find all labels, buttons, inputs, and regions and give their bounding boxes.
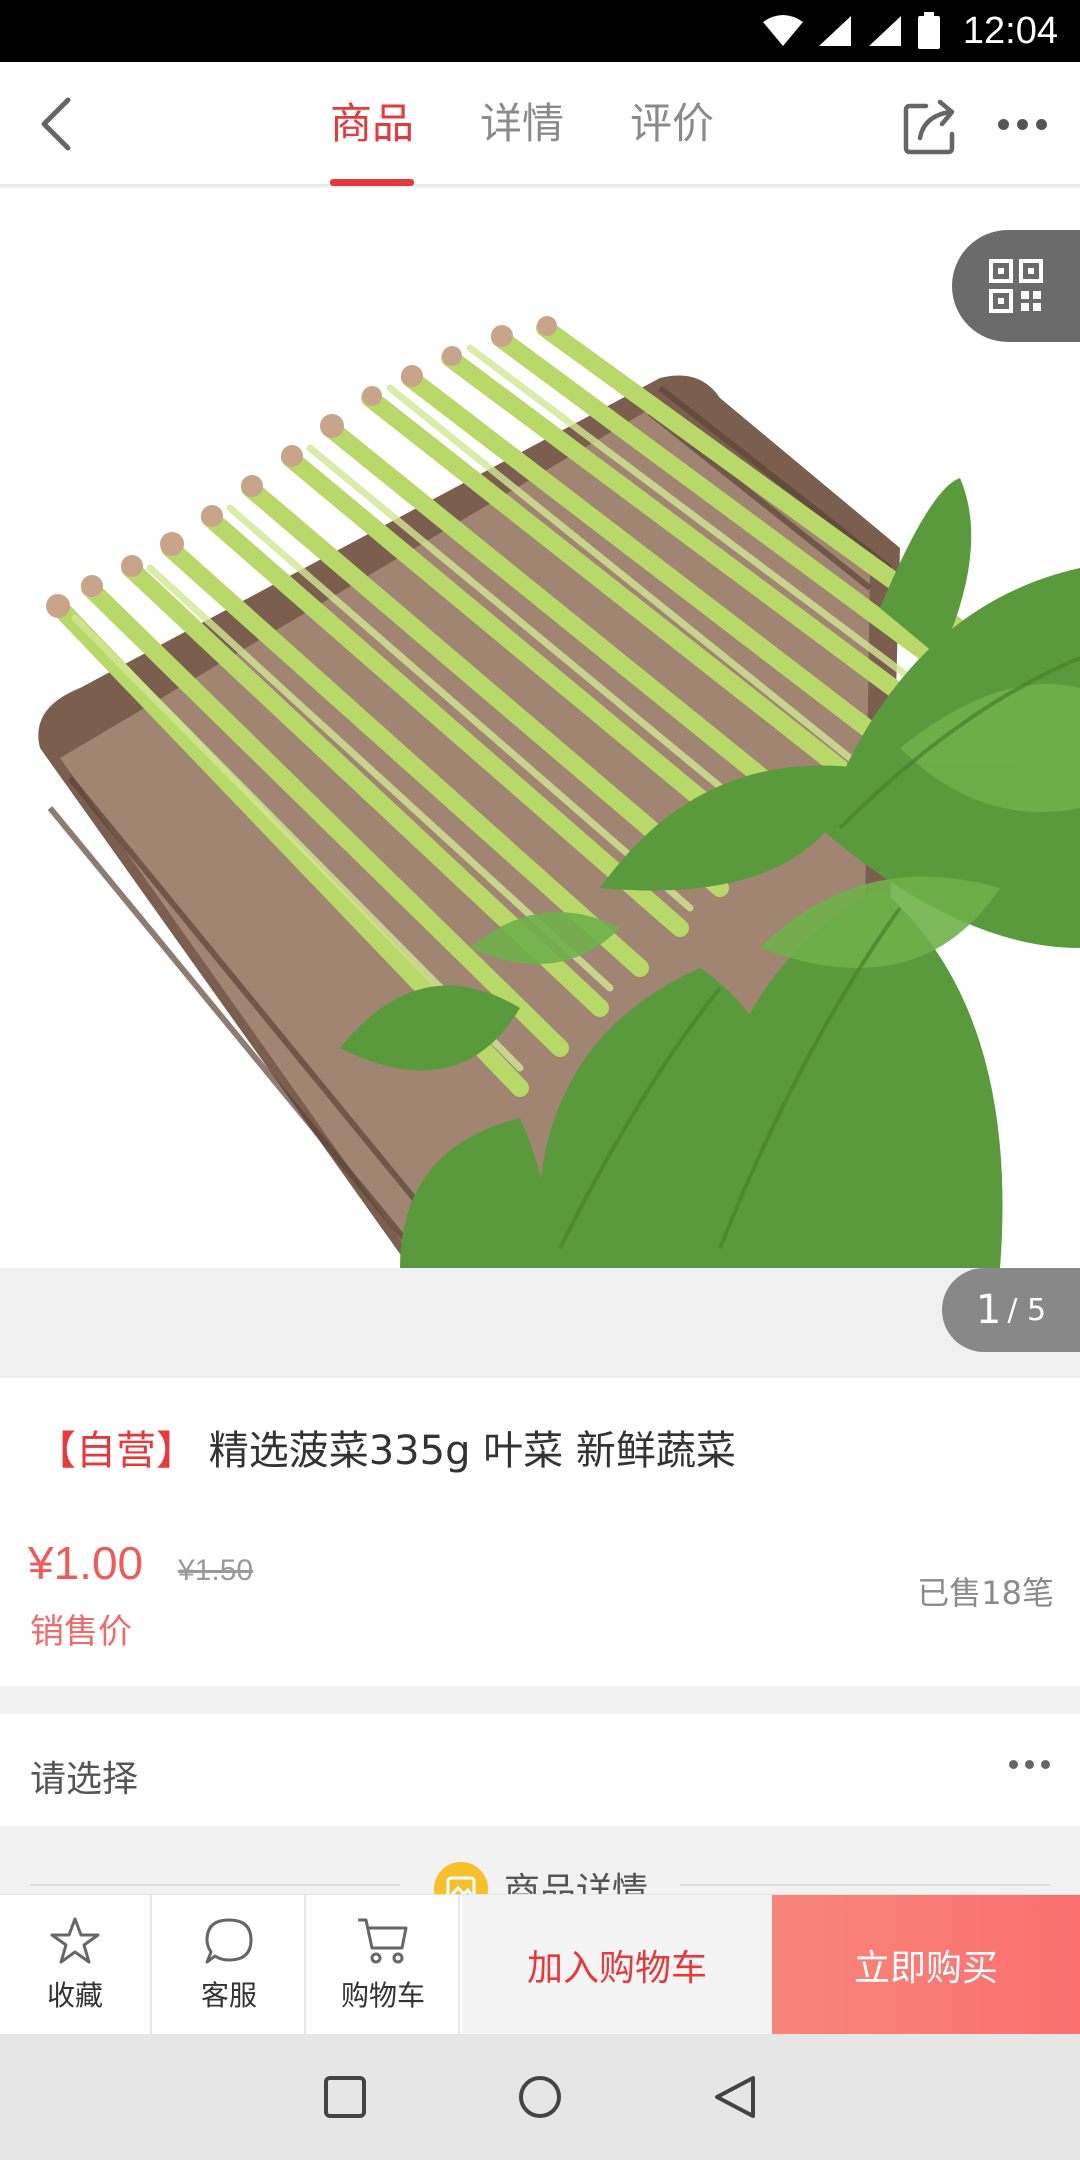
wifi-icon bbox=[762, 15, 803, 46]
cart-label: 购物车 bbox=[340, 1979, 425, 2012]
customer-service-button[interactable]: 客服 bbox=[154, 1895, 306, 2035]
more-icon bbox=[1009, 1760, 1050, 1769]
product-name: 精选菠菜335g 叶菜 新鲜蔬菜 bbox=[208, 1428, 736, 1474]
share-icon bbox=[903, 99, 955, 155]
sold-count: 已售18笔 bbox=[917, 1574, 1054, 1612]
qr-code-button[interactable] bbox=[952, 230, 1080, 342]
bottom-action-bar: 收藏 客服 购物车 加入购物车 立即购买 bbox=[0, 1894, 1080, 2035]
page-total: / 5 bbox=[1007, 1292, 1047, 1328]
product-image[interactable] bbox=[0, 188, 1080, 1268]
favorite-button[interactable]: 收藏 bbox=[0, 1895, 152, 2035]
cart-button[interactable]: 购物车 bbox=[308, 1895, 460, 2035]
nav-square-icon[interactable] bbox=[323, 2075, 367, 2119]
tab-reviews[interactable]: 评价 bbox=[630, 62, 714, 186]
product-title: 【自营】 精选菠菜335g 叶菜 新鲜蔬菜 bbox=[36, 1418, 736, 1476]
tab-details[interactable]: 详情 bbox=[480, 62, 564, 186]
more-button[interactable] bbox=[990, 104, 1054, 144]
gallery-page-indicator: 1 / 5 bbox=[942, 1268, 1080, 1352]
more-icon bbox=[1016, 118, 1028, 130]
gallery-footer bbox=[0, 1268, 1080, 1378]
spinach-photo bbox=[0, 188, 1080, 1268]
nav-triangle-icon[interactable] bbox=[713, 2074, 757, 2120]
nav-circle-icon[interactable] bbox=[517, 2074, 563, 2120]
original-price: ¥1.50 bbox=[178, 1554, 254, 1587]
select-label: 请选择 bbox=[30, 1759, 139, 1800]
chat-icon bbox=[205, 1918, 253, 1964]
more-icon bbox=[997, 118, 1009, 130]
customer-service-label: 客服 bbox=[200, 1979, 257, 2012]
more-icon bbox=[1035, 118, 1047, 130]
signal-icon bbox=[868, 16, 901, 46]
detail-section-title: 商品详情 bbox=[504, 1871, 649, 1898]
self-operated-tag: 【自营】 bbox=[36, 1428, 196, 1474]
image-icon bbox=[434, 1862, 488, 1898]
tab-bar: 商品 详情 评价 bbox=[330, 62, 714, 186]
status-time: 12:04 bbox=[962, 9, 1058, 52]
back-icon bbox=[41, 97, 71, 151]
product-info-card: 【自营】 精选菠菜335g 叶菜 新鲜蔬菜 ¥1.00 ¥1.50 销售价 已售… bbox=[0, 1378, 1080, 1686]
divider bbox=[680, 1884, 1050, 1886]
status-bar: 12:04 bbox=[0, 0, 1080, 62]
navigation-bar bbox=[0, 2034, 1080, 2160]
back-button[interactable] bbox=[24, 92, 88, 156]
star-icon bbox=[50, 1917, 100, 1964]
cart-icon bbox=[358, 1918, 408, 1964]
price-label: 销售价 bbox=[30, 1612, 132, 1652]
tab-product[interactable]: 商品 bbox=[330, 62, 415, 186]
header: 商品 详情 评价 bbox=[0, 62, 1080, 186]
divider bbox=[30, 1884, 400, 1886]
signal-icon bbox=[818, 16, 851, 46]
select-options-row[interactable]: 请选择 bbox=[0, 1714, 1080, 1826]
favorite-label: 收藏 bbox=[46, 1979, 103, 2012]
page-current: 1 bbox=[975, 1287, 1002, 1333]
add-to-cart-button[interactable]: 加入购物车 bbox=[462, 1895, 772, 2035]
buy-now-button[interactable]: 立即购买 bbox=[772, 1895, 1080, 2035]
price: ¥1.00 bbox=[28, 1537, 144, 1589]
detail-section-heading: 商品详情 bbox=[0, 1828, 1080, 1898]
share-button[interactable] bbox=[900, 94, 964, 158]
battery-icon bbox=[917, 12, 940, 49]
qr-code-icon bbox=[989, 259, 1043, 313]
